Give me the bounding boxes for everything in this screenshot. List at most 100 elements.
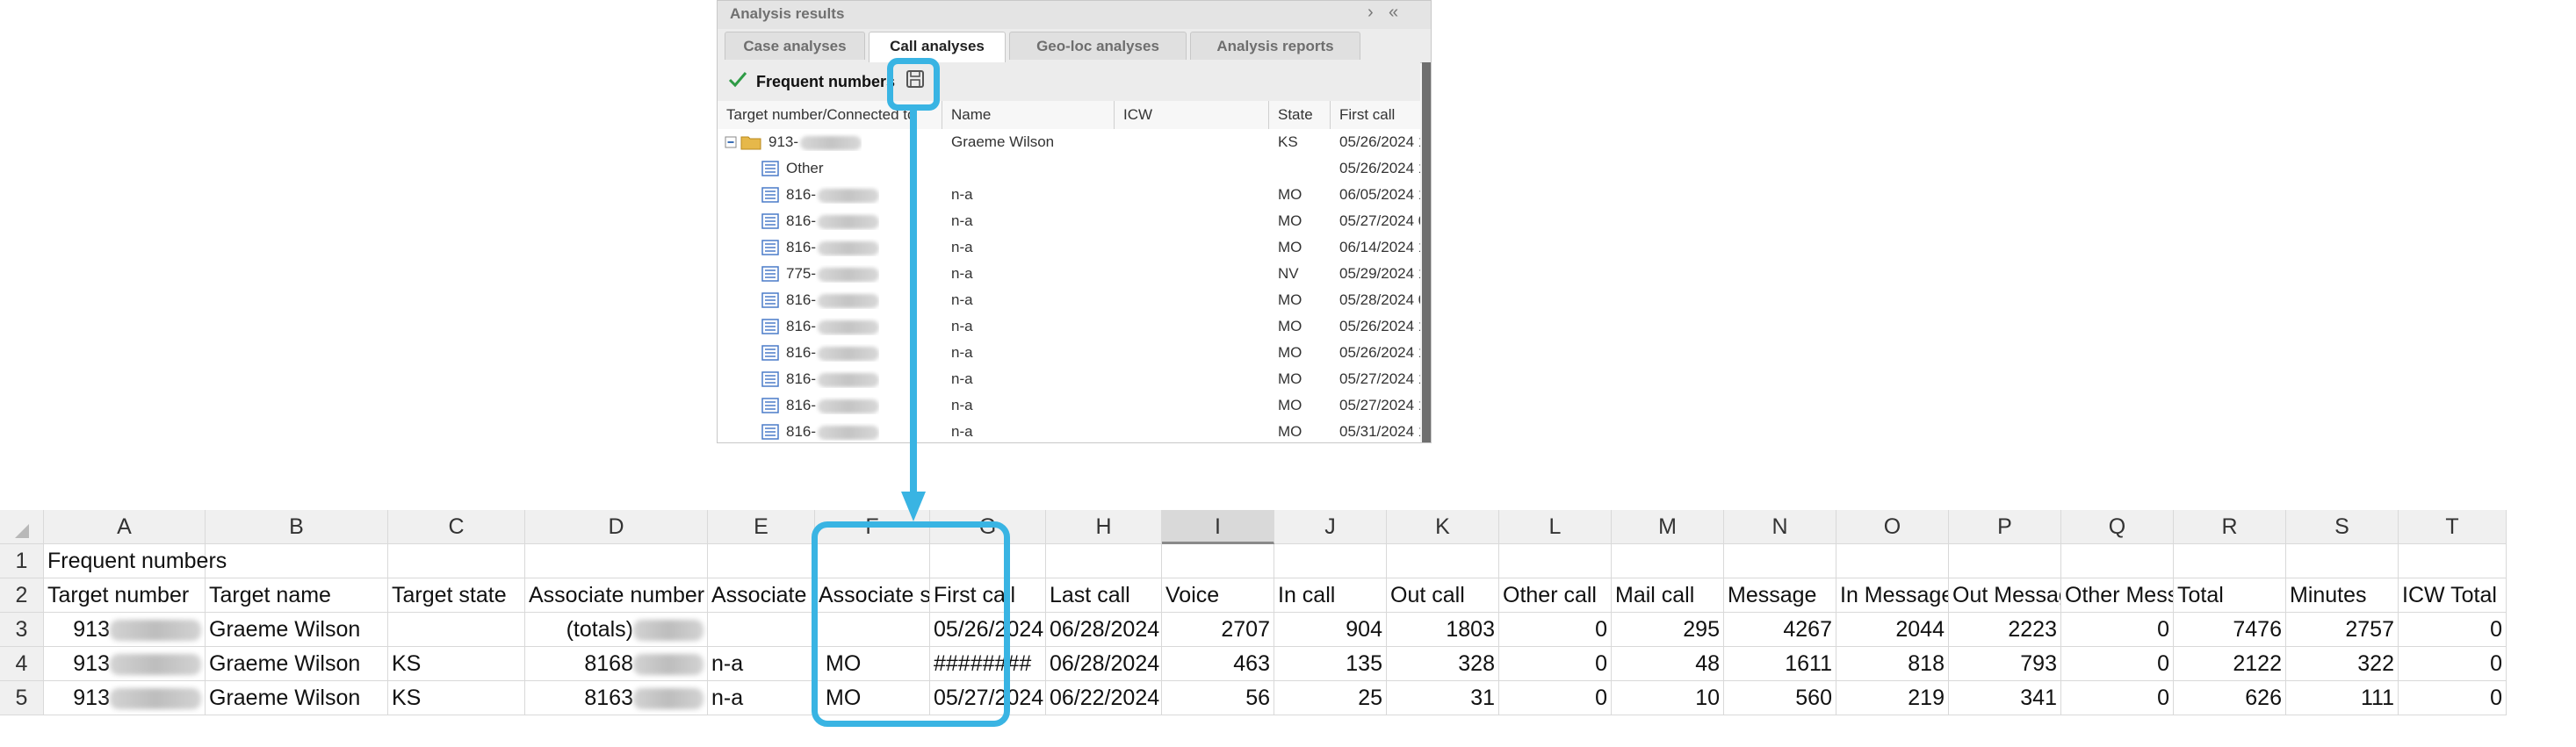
cell-p2[interactable]: Out Message (1949, 578, 2061, 613)
collapse-box-icon[interactable] (725, 136, 737, 148)
double-chevron-left-icon[interactable]: « (1389, 3, 1398, 23)
tab-call-analyses[interactable]: Call analyses (869, 32, 1006, 63)
column-header-o[interactable]: O (1836, 510, 1949, 544)
row-header[interactable]: 1 (0, 544, 44, 578)
cell-k3[interactable]: 1803 (1387, 613, 1499, 647)
cell-h5[interactable]: 06/22/2024 (1046, 681, 1162, 715)
cell-d5[interactable]: 8163 (525, 681, 708, 715)
cell-i2[interactable]: Voice (1162, 578, 1274, 613)
tree-row[interactable]: 816- n-a MO 05/28/2024 07 (718, 287, 1420, 313)
cell-p3[interactable]: 2223 (1949, 613, 2061, 647)
cell-c5[interactable]: KS (388, 681, 525, 715)
cell-n1[interactable] (1724, 544, 1836, 578)
tab-case-analyses[interactable]: Case analyses (725, 32, 865, 60)
cell-t2[interactable]: ICW Total (2399, 578, 2507, 613)
cell-t5[interactable]: 0 (2399, 681, 2507, 715)
cell-s4[interactable]: 322 (2286, 647, 2399, 681)
tab-analysis-reports[interactable]: Analysis reports (1190, 32, 1360, 60)
column-header-s[interactable]: S (2286, 510, 2399, 544)
tree-row[interactable]: 816- n-a MO 05/26/2024 19 (718, 313, 1420, 340)
cell-e5[interactable]: n-a (708, 681, 815, 715)
cell-j1[interactable] (1274, 544, 1387, 578)
cell-d4[interactable]: 8168 (525, 647, 708, 681)
tab-geo-loc-analyses[interactable]: Geo-loc analyses (1009, 32, 1187, 60)
cell-k2[interactable]: Out call (1387, 578, 1499, 613)
tree-row[interactable]: 816- n-a MO 05/26/2024 19 (718, 340, 1420, 366)
column-header-q[interactable]: Q (2061, 510, 2174, 544)
cell-s2[interactable]: Minutes (2286, 578, 2399, 613)
cell-a1[interactable]: Frequent numbers (44, 544, 227, 578)
tree-row[interactable]: 816- n-a MO 05/27/2024 18 (718, 366, 1420, 392)
cell-m4[interactable]: 48 (1612, 647, 1724, 681)
cell-t1[interactable] (2399, 544, 2507, 578)
tree-row[interactable]: 913- Graeme Wilson KS 05/26/2024 19 (718, 129, 1420, 155)
cell-e2[interactable]: Associate (708, 578, 815, 613)
tree-row[interactable]: 816- n-a MO 06/05/2024 11 (718, 182, 1420, 208)
column-header-t[interactable]: T (2399, 510, 2507, 544)
cell-a5[interactable]: 913 (44, 681, 206, 715)
cell-s5[interactable]: 111 (2286, 681, 2399, 715)
cell-t3[interactable]: 0 (2399, 613, 2507, 647)
cell-r1[interactable] (2174, 544, 2286, 578)
row-header[interactable]: 2 (0, 578, 44, 613)
cell-n5[interactable]: 560 (1724, 681, 1836, 715)
cell-n2[interactable]: Message (1724, 578, 1836, 613)
cell-s3[interactable]: 2757 (2286, 613, 2399, 647)
cell-k4[interactable]: 328 (1387, 647, 1499, 681)
cell-b5[interactable]: Graeme Wilson (206, 681, 388, 715)
cell-c1[interactable] (388, 544, 525, 578)
cell-i5[interactable]: 56 (1162, 681, 1274, 715)
vertical-scrollbar[interactable] (1422, 62, 1431, 442)
column-header-m[interactable]: M (1612, 510, 1724, 544)
cell-m3[interactable]: 295 (1612, 613, 1724, 647)
tree-row[interactable]: 775- n-a NV 05/29/2024 16 (718, 261, 1420, 287)
cell-b2[interactable]: Target name (206, 578, 388, 613)
cell-d1[interactable] (525, 544, 708, 578)
column-header-c[interactable]: C (388, 510, 525, 544)
cell-i1[interactable] (1162, 544, 1274, 578)
cell-e3[interactable] (708, 613, 815, 647)
cell-j3[interactable]: 904 (1274, 613, 1387, 647)
cell-p1[interactable] (1949, 544, 2061, 578)
column-header-e[interactable]: E (708, 510, 815, 544)
cell-l5[interactable]: 0 (1499, 681, 1612, 715)
cell-k1[interactable] (1387, 544, 1499, 578)
cell-i3[interactable]: 2707 (1162, 613, 1274, 647)
column-header-r[interactable]: R (2174, 510, 2286, 544)
cell-o3[interactable]: 2044 (1836, 613, 1949, 647)
tree-row[interactable]: 816- n-a MO 05/27/2024 18 (718, 392, 1420, 419)
cell-l2[interactable]: Other call (1499, 578, 1612, 613)
cell-s1[interactable] (2286, 544, 2399, 578)
cell-l4[interactable]: 0 (1499, 647, 1612, 681)
column-header-n[interactable]: N (1724, 510, 1836, 544)
cell-h3[interactable]: 06/28/2024 (1046, 613, 1162, 647)
cell-h2[interactable]: Last call (1046, 578, 1162, 613)
col-name[interactable]: Name (942, 101, 1115, 129)
cell-o2[interactable]: In Message (1836, 578, 1949, 613)
column-header-d[interactable]: D (525, 510, 708, 544)
cell-d3[interactable]: (totals) (525, 613, 708, 647)
cell-r2[interactable]: Total (2174, 578, 2286, 613)
tree-row[interactable]: 816- n-a MO 06/14/2024 15 (718, 234, 1420, 261)
col-first-call[interactable]: First call (1331, 101, 1420, 129)
cell-h4[interactable]: 06/28/2024 (1046, 647, 1162, 681)
cell-j5[interactable]: 25 (1274, 681, 1387, 715)
row-header[interactable]: 4 (0, 647, 44, 681)
cell-a2[interactable]: Target number (44, 578, 206, 613)
cell-l3[interactable]: 0 (1499, 613, 1612, 647)
col-icw[interactable]: ICW (1115, 101, 1269, 129)
cell-a3[interactable]: 913 (44, 613, 206, 647)
cell-m1[interactable] (1612, 544, 1724, 578)
chevron-right-icon[interactable]: › (1367, 3, 1374, 23)
cell-n4[interactable]: 1611 (1724, 647, 1836, 681)
tree-row[interactable]: Other 05/26/2024 19 (718, 155, 1420, 182)
cell-c2[interactable]: Target state (388, 578, 525, 613)
cell-r4[interactable]: 2122 (2174, 647, 2286, 681)
cell-n3[interactable]: 4267 (1724, 613, 1836, 647)
column-header-k[interactable]: K (1387, 510, 1499, 544)
tree-row[interactable]: 816- n-a MO 05/31/2024 15 (718, 419, 1420, 442)
column-header-p[interactable]: P (1949, 510, 2061, 544)
cell-b3[interactable]: Graeme Wilson (206, 613, 388, 647)
column-header-h[interactable]: H (1046, 510, 1162, 544)
cell-p5[interactable]: 341 (1949, 681, 2061, 715)
